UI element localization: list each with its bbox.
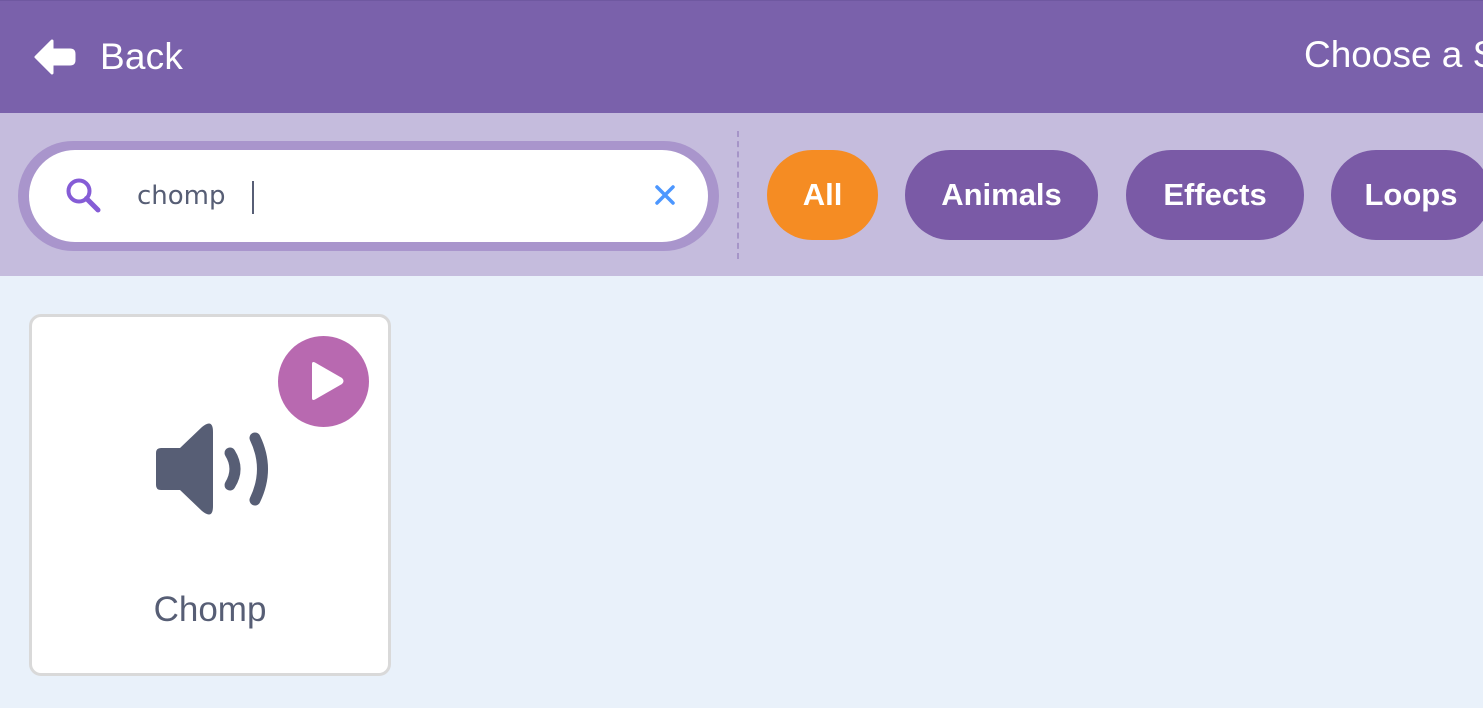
text-caret	[252, 181, 254, 214]
tag-animals[interactable]: Animals	[905, 150, 1098, 240]
close-icon[interactable]	[652, 182, 678, 208]
search-box	[18, 141, 719, 251]
back-button[interactable]: Back	[32, 26, 183, 88]
tag-effects[interactable]: Effects	[1126, 150, 1304, 240]
play-button[interactable]	[278, 336, 369, 427]
search-icon	[64, 176, 104, 216]
speaker-icon	[150, 421, 274, 517]
modal-title: Choose a S	[1304, 34, 1483, 75]
tag-loops[interactable]: Loops	[1331, 150, 1483, 240]
sound-library-page: Back Choose a S chomp All Animals Effect…	[0, 0, 1483, 708]
sound-item-chomp[interactable]: Chomp	[29, 314, 391, 676]
back-arrow-icon	[32, 37, 76, 77]
modal-header: Back Choose a S	[0, 0, 1483, 113]
search-field[interactable]	[29, 150, 708, 242]
filter-bar: All Animals Effects Loops	[0, 113, 1483, 276]
sound-name: Chomp	[153, 590, 267, 629]
play-icon	[306, 360, 346, 402]
library-grid: Chomp	[0, 276, 1483, 708]
back-label: Back	[100, 36, 184, 77]
filter-divider	[737, 131, 739, 259]
tag-all[interactable]: All	[767, 150, 878, 240]
search-input[interactable]	[137, 172, 617, 220]
